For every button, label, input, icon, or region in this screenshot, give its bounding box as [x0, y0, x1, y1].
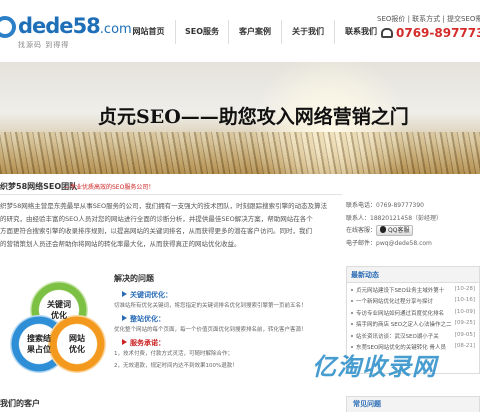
- arrow-right-icon: [122, 315, 127, 321]
- nav-item-cases[interactable]: 客户案例: [228, 20, 281, 44]
- news-item[interactable]: 专访专业网站如何通过百度优化排名 [10-09]: [351, 309, 475, 320]
- circle-label: 优化: [51, 311, 67, 320]
- news-item[interactable]: 一个新网站优化过程分享与探讨 [10-16]: [351, 297, 475, 308]
- section-subtitle: —专业优质高效的SEO服务公司！: [64, 184, 155, 191]
- contact-value: 0769-89777390: [376, 202, 424, 209]
- circle-label: 果占位: [27, 345, 51, 354]
- logo-slogan: 找源码 到得得: [18, 41, 70, 49]
- intro-line: 方面更符合搜索引擎的收录排序规则，以提高网站的关键词排名，从而获得更多的潜在客户…: [0, 227, 312, 236]
- news-date: [09-25]: [454, 320, 475, 327]
- clients-heading: 我们的客户: [0, 399, 40, 408]
- seo-circles-graphic: 关键词 优化 搜索结 果占位 网站 优化: [8, 275, 110, 383]
- solution-item-title: 关键词优化：: [122, 290, 342, 300]
- site-watermark: 亿淘收录网: [312, 353, 437, 381]
- intro-text: 织梦58网络主营是东莞最早从事SEO服务的公司，我们拥有一支强大的技术团队，时刻…: [0, 200, 342, 250]
- logo-ring-icon: [0, 16, 16, 38]
- contact-label: 在线客服：: [346, 227, 377, 234]
- circle-label: 网站: [69, 334, 85, 343]
- news-list: 贞元网站建设下SEO业务主域外第十 [10-28] 一个新网站优化过程分享与探讨 […: [347, 283, 479, 354]
- news-date: [09-05]: [454, 331, 475, 338]
- intro-line: 的营销策划人员还会帮助你将网站的转化率最大化，从而获得真正的网站优化收益。: [0, 239, 241, 248]
- contact-value: 18820121458（彭经理）: [370, 214, 443, 222]
- news-date: [10-16]: [454, 297, 475, 304]
- main-nav: 网站首页 SEO服务 客户案例 关于我们 联系我们: [122, 20, 387, 44]
- circle-label: 关键词: [47, 300, 71, 309]
- contact-label: 联系电话：: [346, 202, 377, 209]
- news-title: 一个新网站优化过程分享与探讨: [356, 299, 434, 306]
- solutions-panel: 解决的问题 关键词优化： 切准站所有优化关键词，将您指定的关键词排名优化到搜索引…: [114, 273, 342, 374]
- hero-banner[interactable]: 贞元SEO——助您攻入网络营销之门: [0, 62, 480, 174]
- news-title: 搞手网的商店 SEO之定人心法操作之二: [356, 322, 452, 329]
- bullet-icon: [351, 323, 353, 326]
- contact-row: 联系电话：0769-89777390: [346, 200, 480, 213]
- news-date: [08-21]: [454, 342, 475, 349]
- news-item[interactable]: 站长资讯访谈：武汉SEO湖小子关 [09-05]: [351, 332, 475, 343]
- news-title: 专访专业网站如何通过百度优化排名: [356, 310, 445, 317]
- arrow-right-icon: [122, 291, 127, 297]
- news-date: [10-28]: [454, 286, 475, 292]
- news-date: [10-09]: [454, 308, 475, 315]
- phone-icon: [381, 28, 393, 38]
- banner-wheat-field: [0, 132, 480, 174]
- qq-label: QQ客服: [388, 227, 410, 234]
- news-title: 站长资讯访谈：武汉SEO湖小子关: [356, 333, 439, 340]
- nav-item-seo-service[interactable]: SEO服务: [175, 20, 228, 44]
- promise-title: 服务承诺：: [122, 338, 342, 348]
- news-item[interactable]: 搞手网的商店 SEO之定人心法操作之二 [09-25]: [351, 320, 475, 331]
- promise-title-text: 服务承诺：: [130, 339, 165, 347]
- contact-info: 联系电话：0769-89777390 联系人：18820121458（彭经理） …: [346, 200, 480, 250]
- bullet-icon: [351, 334, 353, 337]
- intro-line: 的研究，由经验丰富的SEO人员对您的网站进行全面的诊断分析，并提供最佳SEO解决…: [0, 214, 313, 223]
- site-logo[interactable]: dede58.com 找源码 到得得: [0, 12, 132, 49]
- circle-site-optimization: 网站 优化: [48, 315, 106, 373]
- contact-label: 电子邮件：: [346, 239, 377, 247]
- promise-line: 2，无效退款，规定时间内达不到效果100%退款！: [114, 363, 238, 369]
- contact-row: 联系人：18820121458（彭经理）: [346, 213, 480, 226]
- arrow-right-icon: [122, 339, 127, 345]
- contact-value[interactable]: pwq@dede58.com: [376, 240, 432, 247]
- nav-item-home[interactable]: 网站首页: [122, 20, 175, 44]
- intro-line: 织梦58网络主营是东莞最早从事SEO服务的公司，我们拥有一支强大的技术团队，时刻…: [0, 202, 328, 210]
- contact-row: 电子邮件：pwq@dede58.com: [346, 238, 480, 251]
- phone-number: 0769-89777390: [396, 26, 480, 40]
- solution-item-desc: 切准站所有优化关键词，将您指定的关键词排名优化到搜索引擎第一页前五名！: [114, 303, 307, 309]
- promise-line: 1，技术付费，付款方式灵活，可随时解除合作；: [114, 351, 234, 357]
- site-header: dede58.com 找源码 到得得 网站首页 SEO服务 客户案例 关于我们 …: [0, 0, 480, 62]
- news-item[interactable]: 贞元网站建设下SEO业务主域外第十 [10-28]: [351, 286, 475, 297]
- header-phone: 0769-89777390: [381, 26, 480, 40]
- solution-item-desc: 优化整个网站的每个页面，每一个价值页面优化到搜索排名前，转化客户客源！: [114, 327, 307, 333]
- banner-slogan: 贞元SEO——助您攻入网络营销之门: [98, 106, 409, 128]
- bullet-icon: [351, 300, 353, 303]
- news-title: 贞元网站建设下SEO业务主域外第十: [356, 288, 445, 294]
- circle-label: 搜索结: [27, 334, 51, 343]
- section-title-bar: 织梦58网络SEO团队 —专业优质高效的SEO服务公司！: [0, 180, 342, 195]
- contact-row: 在线客服： QQ客服: [346, 225, 480, 238]
- qq-penguin-icon: [380, 226, 387, 233]
- solutions-heading: 解决的问题: [114, 274, 154, 283]
- solution-item-title: 整站优化：: [122, 314, 342, 324]
- solution-title-text: 整站优化：: [130, 315, 165, 323]
- top-links[interactable]: SEO报价 | 联系方式 | 提交SEO需求: [377, 14, 480, 24]
- solution-title-text: 关键词优化：: [130, 291, 172, 299]
- logo-number: 58: [72, 14, 101, 38]
- circle-label: 优化: [69, 345, 85, 354]
- news-heading: 最新动态: [347, 267, 479, 283]
- nav-item-about[interactable]: 关于我们: [281, 20, 334, 44]
- bullet-icon: [351, 311, 353, 314]
- contact-label: 联系人：: [346, 214, 371, 222]
- qq-service-button[interactable]: QQ客服: [376, 225, 414, 236]
- logo-name: dede: [18, 14, 74, 38]
- bullet-icon: [351, 289, 353, 291]
